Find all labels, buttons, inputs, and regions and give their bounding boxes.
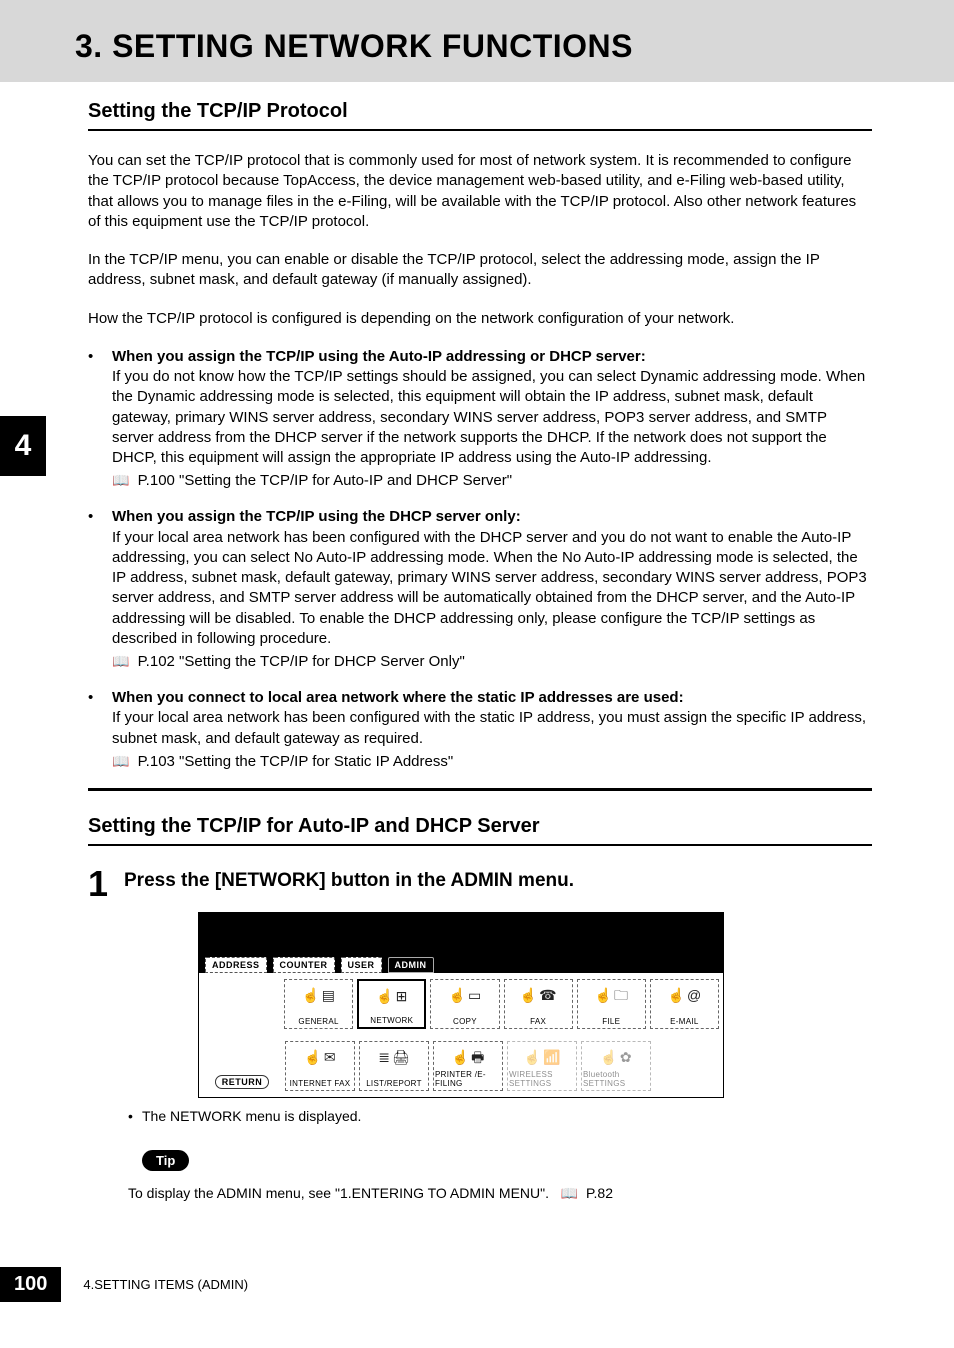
internet-fax-button[interactable]: ☝✉ INTERNET FAX (285, 1041, 355, 1091)
return-button[interactable]: RETURN (215, 1075, 270, 1089)
ifax-icon: ✉ (324, 1050, 336, 1064)
tab-address[interactable]: ADDRESS (205, 957, 267, 973)
chapter-tab: 4 (0, 416, 46, 476)
button-label: LIST/REPORT (366, 1079, 422, 1088)
book-icon: 📖 (112, 472, 129, 489)
bullet-title: When you assign the TCP/IP using the DHC… (112, 508, 521, 525)
book-icon: 📖 (112, 653, 129, 670)
hand-icon: ☝ (524, 1050, 541, 1064)
general-button[interactable]: ☝▤ GENERAL (284, 979, 353, 1029)
report-icon: 🖨 (392, 1050, 410, 1064)
divider (88, 788, 872, 791)
step-note: The NETWORK menu is displayed. (128, 1108, 872, 1124)
network-icon: ⊞ (396, 989, 408, 1003)
printer-efiling-button[interactable]: ☝🖶 PRINTER /E-FILING (433, 1041, 503, 1091)
stack-icon: ▤ (322, 988, 335, 1002)
button-label: FILE (602, 1017, 620, 1026)
bullet-item: • When you connect to local area network… (88, 688, 872, 749)
admin-menu-screenshot: ADDRESS COUNTER USER ADMIN ☝▤ GENERAL ☝⊞… (198, 912, 724, 1098)
page-number: 100 (0, 1267, 61, 1302)
list-report-button[interactable]: ≣🖨 LIST/REPORT (359, 1041, 429, 1091)
button-row-1: ☝▤ GENERAL ☝⊞ NETWORK ☝▭ COPY ☝☎ FAX ☝🗀 … (199, 973, 723, 1035)
bullet-marker: • (88, 347, 112, 469)
printer-icon: 🖶 (471, 1050, 484, 1064)
hand-icon: ☝ (520, 988, 537, 1002)
email-button[interactable]: ☝@ E-MAIL (650, 979, 719, 1029)
file-button[interactable]: ☝🗀 FILE (577, 979, 646, 1029)
bullet-text: If your local area network has been conf… (112, 529, 867, 647)
reference-text: P.103 "Setting the TCP/IP for Static IP … (138, 753, 454, 770)
hand-icon: ☝ (600, 1050, 617, 1064)
list-icon: ≣ (378, 1050, 390, 1064)
hand-icon: ☝ (376, 989, 393, 1003)
section-heading-tcpip-protocol: Setting the TCP/IP Protocol (88, 100, 872, 131)
reference-text: P.100 "Setting the TCP/IP for Auto-IP an… (138, 472, 512, 489)
page-footer: 100 4.SETTING ITEMS (ADMIN) (0, 1267, 248, 1302)
tab-user[interactable]: USER (341, 957, 382, 973)
tip-badge: Tip (142, 1150, 189, 1171)
at-icon: @ (687, 988, 701, 1002)
button-label: Bluetooth SETTINGS (583, 1070, 649, 1088)
step-row: 1 Press the [NETWORK] button in the ADMI… (88, 866, 872, 902)
hand-icon: ☝ (668, 988, 685, 1002)
wireless-settings-button[interactable]: ☝📶 WIRELESS SETTINGS (507, 1041, 577, 1091)
display-header-bar (199, 913, 723, 953)
bullet-marker: • (88, 688, 112, 749)
paragraph: How the TCP/IP protocol is configured is… (88, 309, 872, 329)
fax-button[interactable]: ☝☎ FAX (504, 979, 573, 1029)
section-heading-autoip-dhcp: Setting the TCP/IP for Auto-IP and DHCP … (88, 815, 872, 846)
hand-icon: ☝ (595, 988, 612, 1002)
bullet-item: • When you assign the TCP/IP using the D… (88, 507, 872, 649)
tab-admin[interactable]: ADMIN (388, 957, 434, 973)
page-reference: 📖 P.102 "Setting the TCP/IP for DHCP Ser… (112, 653, 872, 670)
bullet-item: • When you assign the TCP/IP using the A… (88, 347, 872, 469)
hand-icon: ☝ (449, 988, 466, 1002)
button-label: INTERNET FAX (290, 1079, 351, 1088)
bullet-text: If you do not know how the TCP/IP settin… (112, 368, 865, 466)
book-icon: 📖 (561, 1185, 578, 1202)
wireless-icon: 📶 (543, 1050, 560, 1064)
tip-text: To display the ADMIN menu, see "1.ENTERI… (128, 1185, 872, 1202)
paragraph: You can set the TCP/IP protocol that is … (88, 151, 872, 232)
tab-counter[interactable]: COUNTER (273, 957, 335, 973)
tip-body: To display the ADMIN menu, see "1.ENTERI… (128, 1185, 549, 1201)
bluetooth-icon: ✿ (620, 1050, 632, 1064)
button-label: GENERAL (298, 1017, 338, 1026)
page-reference: 📖 P.103 "Setting the TCP/IP for Static I… (112, 753, 872, 770)
page-reference: 📖 P.100 "Setting the TCP/IP for Auto-IP … (112, 472, 872, 489)
fax-icon: ☎ (539, 988, 556, 1002)
tip-reference: P.82 (586, 1185, 613, 1201)
button-label: PRINTER /E-FILING (435, 1070, 501, 1088)
hand-icon: ☝ (302, 988, 319, 1002)
bullet-marker: • (88, 507, 112, 649)
step-number: 1 (88, 866, 124, 902)
copy-icon: ▭ (468, 988, 481, 1002)
folder-icon: 🗀 (614, 988, 628, 1002)
bullet-title: When you connect to local area network w… (112, 689, 684, 706)
network-button[interactable]: ☝⊞ NETWORK (357, 979, 426, 1029)
step-title: Press the [NETWORK] button in the ADMIN … (124, 866, 574, 892)
button-row-2: RETURN ☝✉ INTERNET FAX ≣🖨 LIST/REPORT ☝🖶… (199, 1035, 723, 1097)
button-label: E-MAIL (670, 1017, 698, 1026)
bullet-title: When you assign the TCP/IP using the Aut… (112, 348, 646, 365)
chapter-title: 3. SETTING NETWORK FUNCTIONS (75, 28, 633, 65)
button-label: COPY (453, 1017, 477, 1026)
book-icon: 📖 (112, 753, 129, 770)
button-label: FAX (530, 1017, 546, 1026)
hand-icon: ☝ (304, 1050, 321, 1064)
paragraph: In the TCP/IP menu, you can enable or di… (88, 250, 872, 291)
bluetooth-settings-button[interactable]: ☝✿ Bluetooth SETTINGS (581, 1041, 651, 1091)
chapter-header-bar: 3. SETTING NETWORK FUNCTIONS (0, 0, 954, 82)
reference-text: P.102 "Setting the TCP/IP for DHCP Serve… (138, 653, 465, 670)
button-label: WIRELESS SETTINGS (509, 1070, 575, 1088)
hand-icon: ☝ (452, 1050, 469, 1064)
copy-button[interactable]: ☝▭ COPY (430, 979, 499, 1029)
tab-bar: ADDRESS COUNTER USER ADMIN (199, 953, 723, 973)
footer-chapter-label: 4.SETTING ITEMS (ADMIN) (83, 1277, 248, 1292)
button-label: NETWORK (370, 1016, 413, 1025)
bullet-text: If your local area network has been conf… (112, 709, 866, 746)
